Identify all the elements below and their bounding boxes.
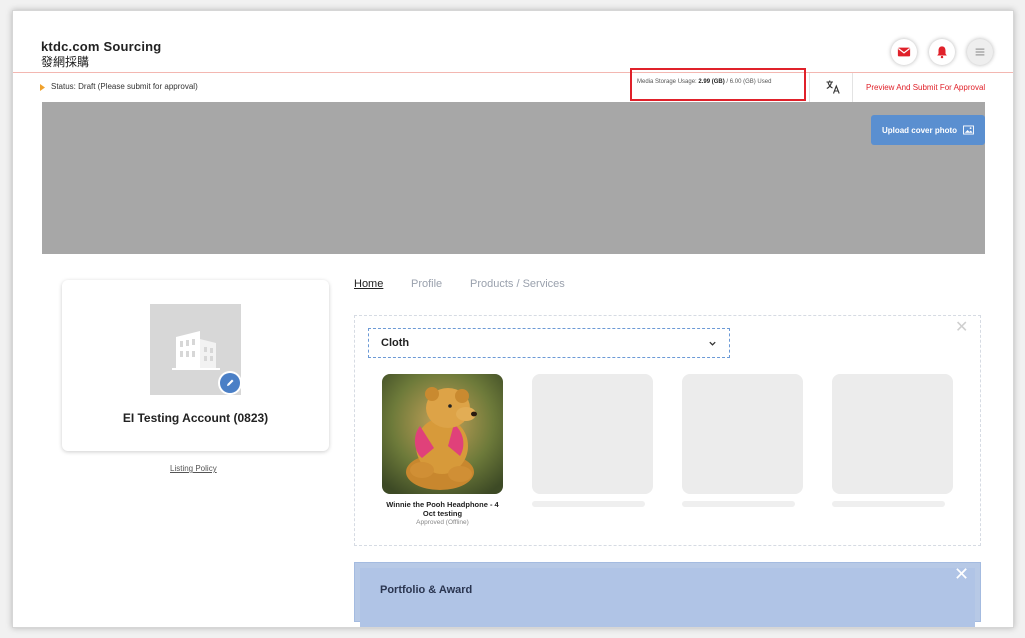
close-icon[interactable]: ✕ xyxy=(954,565,969,583)
product-card[interactable]: Winnie the Pooh Headphone - 4 Oct testin… xyxy=(382,374,503,526)
product-placeholder xyxy=(532,374,653,507)
divider xyxy=(809,73,810,102)
chevron-down-icon xyxy=(709,341,716,346)
edit-avatar-button[interactable] xyxy=(220,373,240,393)
cover-photo-area xyxy=(42,102,985,254)
divider xyxy=(852,73,853,102)
product-placeholder xyxy=(682,374,803,507)
category-select-value: Cloth xyxy=(381,337,410,349)
product-category-panel: ✕ Cloth Winnie the Pooh Headphone - 4 Oc… xyxy=(354,315,981,546)
tab-products-services[interactable]: Products / Services xyxy=(470,278,565,290)
pencil-icon xyxy=(227,379,234,386)
portfolio-inner xyxy=(360,568,975,627)
listing-policy-link[interactable]: Listing Policy xyxy=(170,464,217,473)
winnie-the-pooh-image xyxy=(382,374,503,494)
status-indicator-icon xyxy=(40,84,45,91)
portfolio-award-panel: Portfolio & Award ✕ xyxy=(354,562,981,627)
status-bar: Status: Draft (Please submit for approva… xyxy=(13,68,1013,102)
media-storage-usage: Media Storage Usage: 2.99 (GB) / 6.00 (G… xyxy=(637,79,771,85)
menu-button[interactable] xyxy=(967,39,993,65)
upload-cover-label: Upload cover photo xyxy=(881,125,958,135)
site-subtitle[interactable]: 發網採購 xyxy=(41,53,89,70)
building-icon xyxy=(171,330,220,370)
notifications-button[interactable] xyxy=(929,39,955,65)
placeholder-image xyxy=(832,374,953,494)
placeholder-line xyxy=(832,501,945,507)
product-placeholder xyxy=(832,374,953,507)
media-used-value: 2.99 (GB) xyxy=(698,79,725,85)
browser-frame: ktdc.com Sourcing 發網採購 Status: Draft (Pl… xyxy=(12,10,1014,628)
product-name[interactable]: Winnie the Pooh Headphone - 4 Oct testin… xyxy=(382,500,503,518)
media-total-value: / 6.00 (GB) Used xyxy=(726,79,772,85)
placeholder-image xyxy=(682,374,803,494)
product-status: Approved (Offline) xyxy=(416,519,469,526)
product-image[interactable] xyxy=(382,374,503,494)
category-select[interactable]: Cloth xyxy=(368,328,730,358)
mail-button[interactable] xyxy=(891,39,917,65)
close-panel-icon[interactable]: ✕ xyxy=(955,320,968,336)
portfolio-title: Portfolio & Award xyxy=(380,584,473,596)
image-icon xyxy=(963,125,974,135)
media-usage-label: Media Storage Usage: xyxy=(637,79,697,85)
site-title[interactable]: ktdc.com Sourcing xyxy=(41,39,161,54)
upload-cover-photo-button[interactable]: Upload cover photo xyxy=(871,115,985,145)
menu-icon xyxy=(975,48,985,56)
mail-icon xyxy=(897,47,911,57)
company-profile-card: EI Testing Account (0823) xyxy=(62,280,329,451)
placeholder-line xyxy=(532,501,645,507)
tab-profile[interactable]: Profile xyxy=(411,278,442,290)
listing-status: Status: Draft (Please submit for approva… xyxy=(51,82,198,91)
placeholder-image xyxy=(532,374,653,494)
placeholder-line xyxy=(682,501,795,507)
bell-icon xyxy=(937,46,947,59)
preview-submit-link[interactable]: Preview And Submit For Approval xyxy=(866,83,985,92)
tab-home[interactable]: Home xyxy=(354,278,383,290)
top-header: ktdc.com Sourcing 發網採購 xyxy=(13,11,1013,73)
translate-icon[interactable] xyxy=(825,79,841,95)
account-name: EI Testing Account (0823) xyxy=(122,411,269,425)
